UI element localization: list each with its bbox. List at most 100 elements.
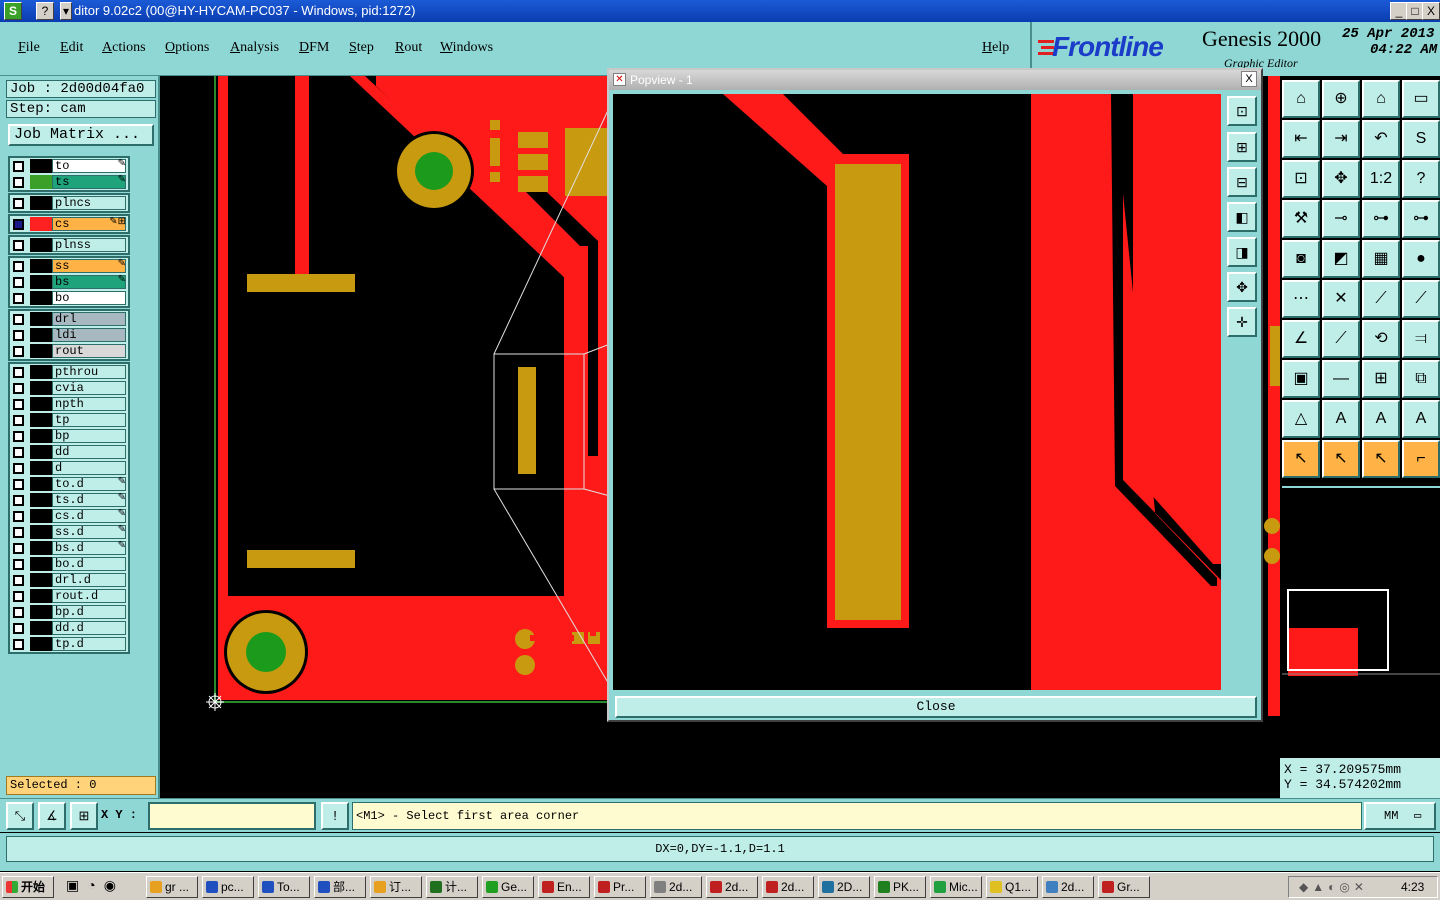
layer-row-ts-d[interactable]: ts.d ✎	[10, 492, 128, 508]
layer-checkbox[interactable]	[13, 330, 24, 341]
layer-color-swatch[interactable]	[30, 217, 52, 231]
layer-checkbox[interactable]	[13, 277, 24, 288]
layer-color-swatch[interactable]	[30, 429, 52, 443]
layer-checkbox[interactable]	[13, 527, 24, 538]
popview-center-icon[interactable]: ✛	[1227, 307, 1257, 337]
layer-checkbox[interactable]	[13, 623, 24, 634]
popview-zoom-out-icon[interactable]: ⊟	[1227, 167, 1257, 197]
layer-checkbox[interactable]	[13, 463, 24, 474]
layer-row-dd-d[interactable]: dd.d	[10, 620, 128, 636]
popview-close-button[interactable]: Close	[615, 696, 1257, 718]
toolbar-tool-2-icon[interactable]: ⊕	[1322, 80, 1360, 118]
layer-checkbox[interactable]	[13, 177, 24, 188]
layer-name[interactable]: pthrou	[52, 365, 126, 379]
taskbar-task-2[interactable]: pc...	[202, 876, 254, 898]
taskbar-task-9[interactable]: Pr...	[594, 876, 646, 898]
layer-color-swatch[interactable]	[30, 328, 52, 342]
ie-icon[interactable]: ◉	[104, 877, 124, 893]
toolbar-tool-20-icon[interactable]: ●	[1402, 240, 1440, 278]
layer-checkbox[interactable]	[13, 431, 24, 442]
layer-row-rout[interactable]: rout	[10, 343, 128, 359]
layer-checkbox[interactable]	[13, 383, 24, 394]
layer-name[interactable]: cs.d	[52, 509, 126, 523]
taskbar-task-3[interactable]: To...	[258, 876, 310, 898]
taskbar-task-11[interactable]: 2d...	[706, 876, 758, 898]
layer-checkbox[interactable]	[13, 511, 24, 522]
layer-row-dd[interactable]: dd	[10, 444, 128, 460]
menu-help[interactable]: Help	[982, 40, 1009, 56]
layer-row-drl-d[interactable]: drl.d	[10, 572, 128, 588]
layer-row-ss[interactable]: ss ✎	[10, 258, 128, 274]
layer-name[interactable]: drl	[52, 312, 126, 326]
layer-color-swatch[interactable]	[30, 365, 52, 379]
layer-checkbox[interactable]	[13, 543, 24, 554]
layer-color-swatch[interactable]	[30, 312, 52, 326]
layer-checkbox[interactable]	[13, 261, 24, 272]
layer-color-swatch[interactable]	[30, 509, 52, 523]
layer-name[interactable]: to	[52, 159, 126, 173]
popview-pan-left-icon[interactable]: ◧	[1227, 202, 1257, 232]
layer-name[interactable]: ldi	[52, 328, 126, 342]
xy-input[interactable]	[148, 802, 316, 830]
toolbar-tool-1-icon[interactable]: ⌂	[1282, 80, 1320, 118]
layer-row-cvia[interactable]: cvia	[10, 380, 128, 396]
toolbar-tool-27-icon[interactable]: ⟲	[1362, 320, 1400, 358]
layer-checkbox[interactable]	[13, 591, 24, 602]
layer-name[interactable]: rout.d	[52, 589, 126, 603]
layer-name[interactable]: bs.d	[52, 541, 126, 555]
layer-checkbox[interactable]	[13, 559, 24, 570]
layer-color-swatch[interactable]	[30, 541, 52, 555]
popview-expand-icon[interactable]: ✥	[1227, 272, 1257, 302]
grid-mode-icon[interactable]: ⊞	[70, 802, 98, 830]
layer-name[interactable]: ts.d	[52, 493, 126, 507]
layer-name[interactable]: tp.d	[52, 637, 126, 651]
toolbar-tool-33-icon[interactable]: △	[1282, 400, 1320, 438]
layer-checkbox[interactable]	[13, 198, 24, 209]
close-window-button[interactable]: X	[1422, 2, 1440, 20]
menu-options[interactable]: Options	[165, 40, 209, 56]
layer-checkbox[interactable]	[13, 479, 24, 490]
layer-color-swatch[interactable]	[30, 238, 52, 252]
layer-row-pthrou[interactable]: pthrou	[10, 364, 128, 380]
layer-row-cs[interactable]: cs ✎⊞	[10, 216, 128, 232]
layer-checkbox[interactable]	[13, 346, 24, 357]
layer-color-swatch[interactable]	[30, 557, 52, 571]
layer-color-swatch[interactable]	[30, 344, 52, 358]
layer-row-bo-d[interactable]: bo.d	[10, 556, 128, 572]
layer-color-swatch[interactable]	[30, 397, 52, 411]
popview-close-icon[interactable]: X	[1241, 71, 1257, 87]
toolbar-tool-36-icon[interactable]: A	[1402, 400, 1440, 438]
layer-row-plncs[interactable]: plncs	[10, 195, 128, 211]
layer-color-swatch[interactable]	[30, 637, 52, 651]
layer-name[interactable]: ss	[52, 259, 126, 273]
layer-color-swatch[interactable]	[30, 175, 52, 189]
units-select[interactable]: MM ▭	[1364, 802, 1436, 830]
layer-color-swatch[interactable]	[30, 493, 52, 507]
select-mode-icon[interactable]: ⤡	[6, 802, 34, 830]
popview-pan-right-icon[interactable]: ◨	[1227, 237, 1257, 267]
taskbar-task-17[interactable]: 2d...	[1042, 876, 1094, 898]
layer-name[interactable]: rout	[52, 344, 126, 358]
layer-checkbox[interactable]	[13, 495, 24, 506]
layer-checkbox[interactable]	[13, 314, 24, 325]
layer-checkbox[interactable]	[13, 161, 24, 172]
toolbar-tool-34-icon[interactable]: A	[1322, 400, 1360, 438]
layer-checkbox[interactable]	[13, 639, 24, 650]
layer-name[interactable]: d	[52, 461, 126, 475]
app-icon[interactable]: S	[4, 2, 22, 20]
layer-color-swatch[interactable]	[30, 477, 52, 491]
taskbar-task-5[interactable]: 订...	[370, 876, 422, 898]
layer-checkbox[interactable]	[13, 415, 24, 426]
layer-color-swatch[interactable]	[30, 621, 52, 635]
layer-color-swatch[interactable]	[30, 589, 52, 603]
layer-color-swatch[interactable]	[30, 525, 52, 539]
toolbar-tool-28-icon[interactable]: ⫤	[1402, 320, 1440, 358]
layer-color-swatch[interactable]	[30, 381, 52, 395]
toolbar-tool-3-icon[interactable]: ⌂	[1362, 80, 1400, 118]
layer-name[interactable]: bp	[52, 429, 126, 443]
layer-row-tp-d[interactable]: tp.d	[10, 636, 128, 652]
toolbar-tool-32-icon[interactable]: ⧉	[1402, 360, 1440, 398]
taskbar-task-8[interactable]: En...	[538, 876, 590, 898]
layer-name[interactable]: npth	[52, 397, 126, 411]
toolbar-tool-19-icon[interactable]: ▦	[1362, 240, 1400, 278]
